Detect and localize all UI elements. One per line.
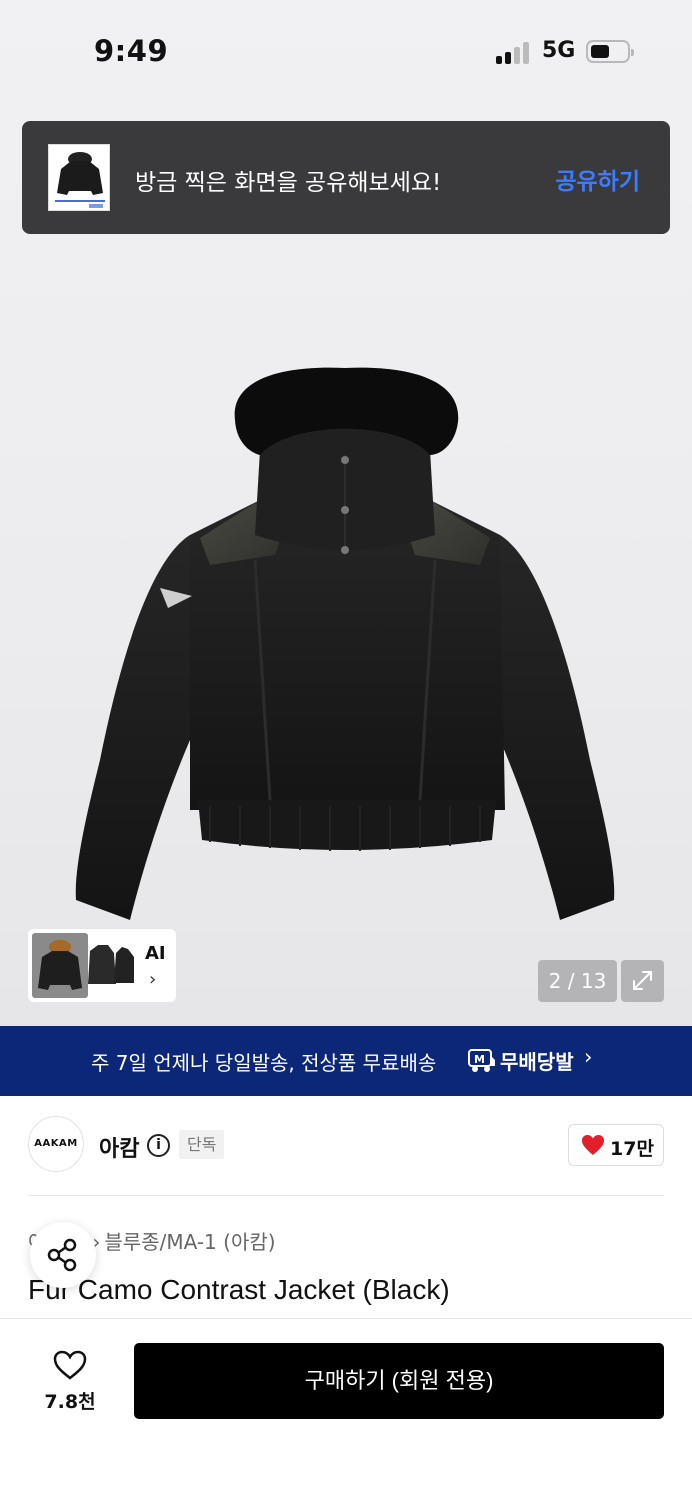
share-now-button[interactable]: 공유하기 [555, 162, 640, 196]
share-button[interactable] [30, 1222, 96, 1288]
share-toast: 방금 찍은 화면을 공유해보세요! 공유하기 [22, 121, 670, 234]
divider [28, 1195, 664, 1196]
expand-icon[interactable] [621, 960, 664, 1002]
heart-icon [582, 1135, 604, 1155]
network-type: 5G [542, 38, 576, 63]
delivery-badge-icon: M [468, 1049, 495, 1072]
exclusive-badge: 단독 [179, 1130, 225, 1159]
battery-icon [586, 40, 634, 63]
toast-message: 방금 찍은 화면을 공유해보세요! [135, 170, 442, 196]
status-time: 9:49 [94, 34, 169, 68]
jacket-image [75, 367, 615, 920]
thumbnail-strip[interactable]: AI › [28, 929, 176, 1002]
info-icon[interactable]: i [147, 1134, 170, 1157]
heart-outline-icon [53, 1350, 87, 1380]
bottom-bar: 7.8천 구매하기 (회원 전용) [0, 1318, 692, 1500]
signal-icon [496, 42, 532, 64]
brand-name[interactable]: 아캄 [99, 1131, 139, 1163]
ai-label[interactable]: AI [145, 943, 166, 964]
image-counter: 2 / 13 [538, 960, 617, 1002]
wish-count: 7.8천 [44, 1391, 96, 1413]
brand-like-count: 17만 [610, 1138, 654, 1160]
screenshot-thumbnail[interactable] [48, 144, 110, 211]
thumbnail-1[interactable] [32, 933, 88, 998]
brand-like-button[interactable]: 17만 [568, 1124, 664, 1166]
chevron-right-icon: › [584, 1045, 593, 1069]
product-image-area[interactable]: 9:49 5G 방금 찍은 화면을 공유해보세요! 공유하기 AI › 2 / … [0, 0, 692, 1026]
chevron-right-icon[interactable]: › [149, 969, 156, 990]
buy-button[interactable]: 구매하기 (회원 전용) [134, 1343, 664, 1419]
delivery-text: 주 7일 언제나 당일발송, 전상품 무료배송 [91, 1051, 437, 1075]
thumbnail-3[interactable] [112, 943, 134, 991]
delivery-brand: 무배당발 [500, 1050, 574, 1074]
brand-logo[interactable]: AAKAM [28, 1116, 84, 1172]
delivery-banner[interactable]: 주 7일 언제나 당일발송, 전상품 무료배송 M 무배당발 › [0, 1026, 692, 1096]
breadcrumb-category[interactable]: 블루종/MA-1 (아캄) [104, 1230, 275, 1254]
svg-text:M: M [474, 1053, 485, 1066]
brand-row: AAKAM 아캄 i 단독 17만 [0, 1096, 692, 1196]
share-icon [47, 1238, 77, 1272]
wishlist-button[interactable]: 7.8천 [40, 1347, 100, 1417]
status-bar: 9:49 5G [0, 0, 692, 100]
